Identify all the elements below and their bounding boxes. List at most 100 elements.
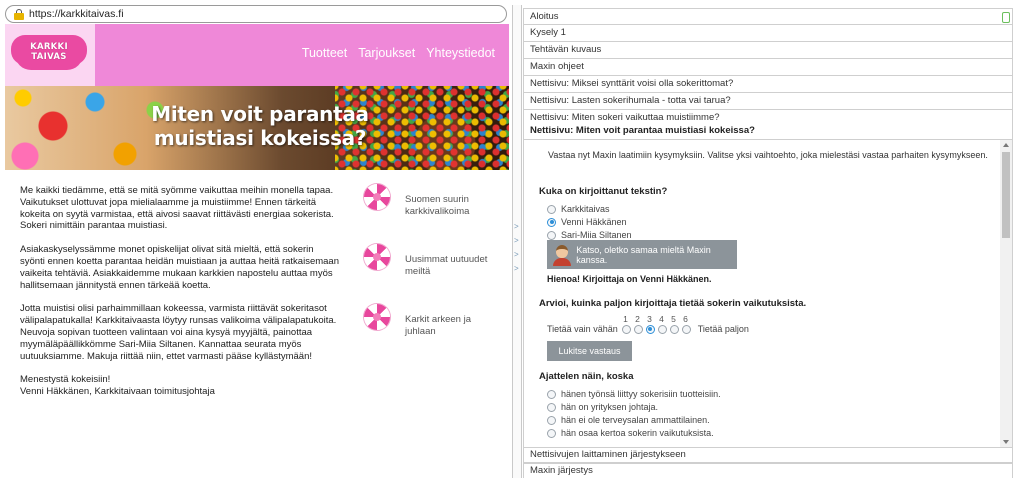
option-label: hän ei ole terveysalan ammattilainen. bbox=[561, 415, 710, 425]
scale-radio-3-selected[interactable] bbox=[645, 324, 655, 334]
scale-number: 4 bbox=[659, 314, 664, 324]
section-nettisivu-sokerihumala[interactable]: Nettisivu: Lasten sokerihumala - totta v… bbox=[523, 93, 1013, 110]
article-paragraph-2: Asiakaskyselyssämme monet opiskelijat ol… bbox=[20, 244, 339, 291]
scale-radio-4[interactable] bbox=[657, 324, 667, 334]
logo-line1: KARKKI bbox=[30, 42, 68, 52]
scroll-up-icon[interactable] bbox=[1003, 143, 1009, 147]
option-label: Sari-Miia Siltanen bbox=[561, 230, 632, 240]
section-label: Kysely 1 bbox=[530, 27, 566, 38]
scroll-down-icon[interactable] bbox=[1003, 440, 1009, 444]
radio-button[interactable] bbox=[547, 389, 556, 399]
question-3-title: Ajattelen näin, koska bbox=[539, 371, 634, 382]
q1-option-karkkitaivas[interactable]: Karkkitaivas bbox=[547, 203, 610, 215]
panel-scrollbar[interactable] bbox=[1000, 140, 1012, 447]
sidebar-item-juhlaan[interactable]: Karkit arkeen ja juhlaan bbox=[360, 304, 500, 364]
radio-button[interactable] bbox=[547, 428, 556, 438]
hero-title: Miten voit parantaa muistiasi kokeissa? bbox=[151, 102, 369, 150]
scale-right-label: Tietää paljon bbox=[697, 324, 749, 334]
checkbox-icon[interactable] bbox=[1002, 12, 1010, 23]
scale-radio-6[interactable] bbox=[681, 324, 691, 334]
section-kysely-1[interactable]: Kysely 1 bbox=[523, 25, 1013, 42]
logo-line2: TAIVAS bbox=[31, 52, 67, 62]
chevron-right-icon: > bbox=[514, 250, 519, 259]
address-bar[interactable]: https://karkkitaivas.fi bbox=[5, 5, 507, 23]
chevron-right-icon: > bbox=[514, 236, 519, 245]
sidebar-item-label: Suomen suurin karkkivalikoima bbox=[405, 194, 470, 217]
section-nettisivu-synttarit[interactable]: Nettisivu: Miksei synttärit voisi olla s… bbox=[523, 76, 1013, 93]
section-maxin-jarjestys[interactable]: Maxin järjestys bbox=[523, 463, 1013, 478]
site-header: KARKKI TAIVAS Tuotteet Tarjoukset Yhteyst… bbox=[5, 24, 509, 86]
option-label: hän osaa kertoa sokerin vaikutuksista. bbox=[561, 428, 714, 438]
q1-option-venni[interactable]: Venni Häkkänen bbox=[547, 216, 627, 228]
radio-button[interactable] bbox=[547, 402, 556, 412]
section-label: Nettisivu: Miksei synttärit voisi olla s… bbox=[530, 78, 734, 89]
q3-option-2[interactable]: hän on yrityksen johtaja. bbox=[547, 401, 658, 413]
section-label: Nettisivu: Lasten sokerihumala - totta v… bbox=[530, 95, 731, 106]
scale-number: 1 bbox=[623, 314, 628, 324]
sidebar-item-uutuudet[interactable]: Uusimmat uutuudet meiltä bbox=[360, 244, 500, 304]
section-label: Nettisivu: Miten sokeri vaikuttaa muisti… bbox=[530, 112, 720, 123]
chevron-right-icon: > bbox=[514, 222, 519, 231]
logo-area[interactable]: KARKKI TAIVAS bbox=[5, 24, 95, 86]
section-maxin-ohjeet[interactable]: Maxin ohjeet bbox=[523, 59, 1013, 76]
compare-button-label: Katso, oletko samaa mieltä Maxin kanssa. bbox=[576, 244, 711, 265]
rating-scale: Tietää vain vähän Tietää paljon bbox=[547, 324, 749, 334]
url-text: https://karkkitaivas.fi bbox=[29, 8, 124, 20]
pane-divider[interactable]: > > > > bbox=[512, 5, 522, 478]
sidebar-item-valikoima[interactable]: Suomen suurin karkkivalikoima bbox=[360, 184, 500, 244]
survey-pane: Aloitus Kysely 1 Tehtävän kuvaus Maxin o… bbox=[523, 5, 1013, 478]
lock-answer-button[interactable]: Lukitse vastaus bbox=[547, 341, 632, 361]
radio-button-selected[interactable] bbox=[547, 217, 556, 227]
scale-number: 2 bbox=[635, 314, 640, 324]
question-1-title: Kuka on kirjoittanut tekstin? bbox=[539, 186, 668, 197]
article-signature: Venni Häkkänen, Karkkitaivaan toimitusjo… bbox=[20, 386, 215, 398]
site-sidebar: Suomen suurin karkkivalikoima Uusimmat u… bbox=[360, 184, 500, 364]
radio-button[interactable] bbox=[547, 230, 556, 240]
sidebar-item-label: Karkit arkeen ja juhlaan bbox=[405, 314, 472, 337]
nav-link-yhteystiedot[interactable]: Yhteystiedot bbox=[426, 46, 495, 60]
article-body: Me kaikki tiedämme, että se mitä syömme … bbox=[20, 185, 340, 398]
scale-number: 5 bbox=[671, 314, 676, 324]
article-paragraph-1: Me kaikki tiedämme, että se mitä syömme … bbox=[20, 185, 334, 232]
max-avatar-icon bbox=[553, 244, 571, 266]
q3-option-1[interactable]: hänen työnsä liittyy sokerisiin tuotteis… bbox=[547, 388, 721, 400]
q3-option-3[interactable]: hän ei ole terveysalan ammattilainen. bbox=[547, 414, 710, 426]
question-panel: Vastaa nyt Maxin laatimiin kysymyksiin. … bbox=[523, 140, 1013, 447]
instructions-text: Vastaa nyt Maxin laatimiin kysymyksiin. … bbox=[548, 150, 988, 160]
scroll-thumb[interactable] bbox=[1002, 152, 1010, 238]
article-paragraph-3: Jotta muistisi olisi parhaimmillaan koke… bbox=[20, 303, 337, 362]
hero-banner: Miten voit parantaa muistiasi kokeissa? bbox=[5, 86, 509, 170]
chevron-right-icon: > bbox=[514, 264, 519, 273]
lollipop-icon bbox=[364, 304, 390, 330]
sidebar-item-label: Uusimmat uutuudet meiltä bbox=[405, 254, 488, 277]
logo: KARKKI TAIVAS bbox=[15, 36, 83, 70]
radio-button[interactable] bbox=[547, 415, 556, 425]
scale-numbers: 1 2 3 4 5 6 bbox=[621, 314, 690, 324]
section-tehtavan-kuvaus[interactable]: Tehtävän kuvaus bbox=[523, 42, 1013, 59]
scale-number: 3 bbox=[647, 314, 652, 324]
nav-link-tarjoukset[interactable]: Tarjoukset bbox=[358, 46, 415, 60]
question-2-title: Arvioi, kuinka paljon kirjoittaja tietää… bbox=[539, 298, 807, 309]
section-jarjestys[interactable]: Nettisivujen laittaminen järjestykseen bbox=[523, 447, 1013, 463]
compare-with-max-button[interactable]: Katso, oletko samaa mieltä Maxin kanssa. bbox=[547, 240, 737, 269]
scale-radio-1[interactable] bbox=[621, 324, 631, 334]
section-label: Aloitus bbox=[530, 11, 559, 22]
scale-radio-2[interactable] bbox=[633, 324, 643, 334]
browser-pane: https://karkkitaivas.fi KARKKI TAIVAS Tuo… bbox=[0, 0, 512, 478]
main-nav: Tuotteet Tarjoukset Yhteystiedot bbox=[302, 46, 495, 60]
section-label: Nettisivu: Miten voit parantaa muistiasi… bbox=[530, 125, 755, 136]
nav-link-tuotteet[interactable]: Tuotteet bbox=[302, 46, 347, 60]
scale-left-label: Tietää vain vähän bbox=[547, 324, 618, 334]
option-label: hänen työnsä liittyy sokerisiin tuotteis… bbox=[561, 389, 721, 399]
scale-radio-5[interactable] bbox=[669, 324, 679, 334]
q3-option-4[interactable]: hän osaa kertoa sokerin vaikutuksista. bbox=[547, 427, 714, 439]
option-label: Venni Häkkänen bbox=[561, 217, 627, 227]
section-label: Maxin ohjeet bbox=[530, 61, 584, 72]
lock-icon bbox=[14, 8, 24, 20]
radio-button[interactable] bbox=[547, 204, 556, 214]
section-aloitus[interactable]: Aloitus bbox=[523, 8, 1013, 25]
lollipop-icon bbox=[364, 244, 390, 270]
scale-number: 6 bbox=[683, 314, 688, 324]
section-nettisivu-kokeissa[interactable]: Nettisivu: Miten voit parantaa muistiasi… bbox=[523, 123, 1013, 140]
section-label: Maxin järjestys bbox=[530, 465, 593, 476]
